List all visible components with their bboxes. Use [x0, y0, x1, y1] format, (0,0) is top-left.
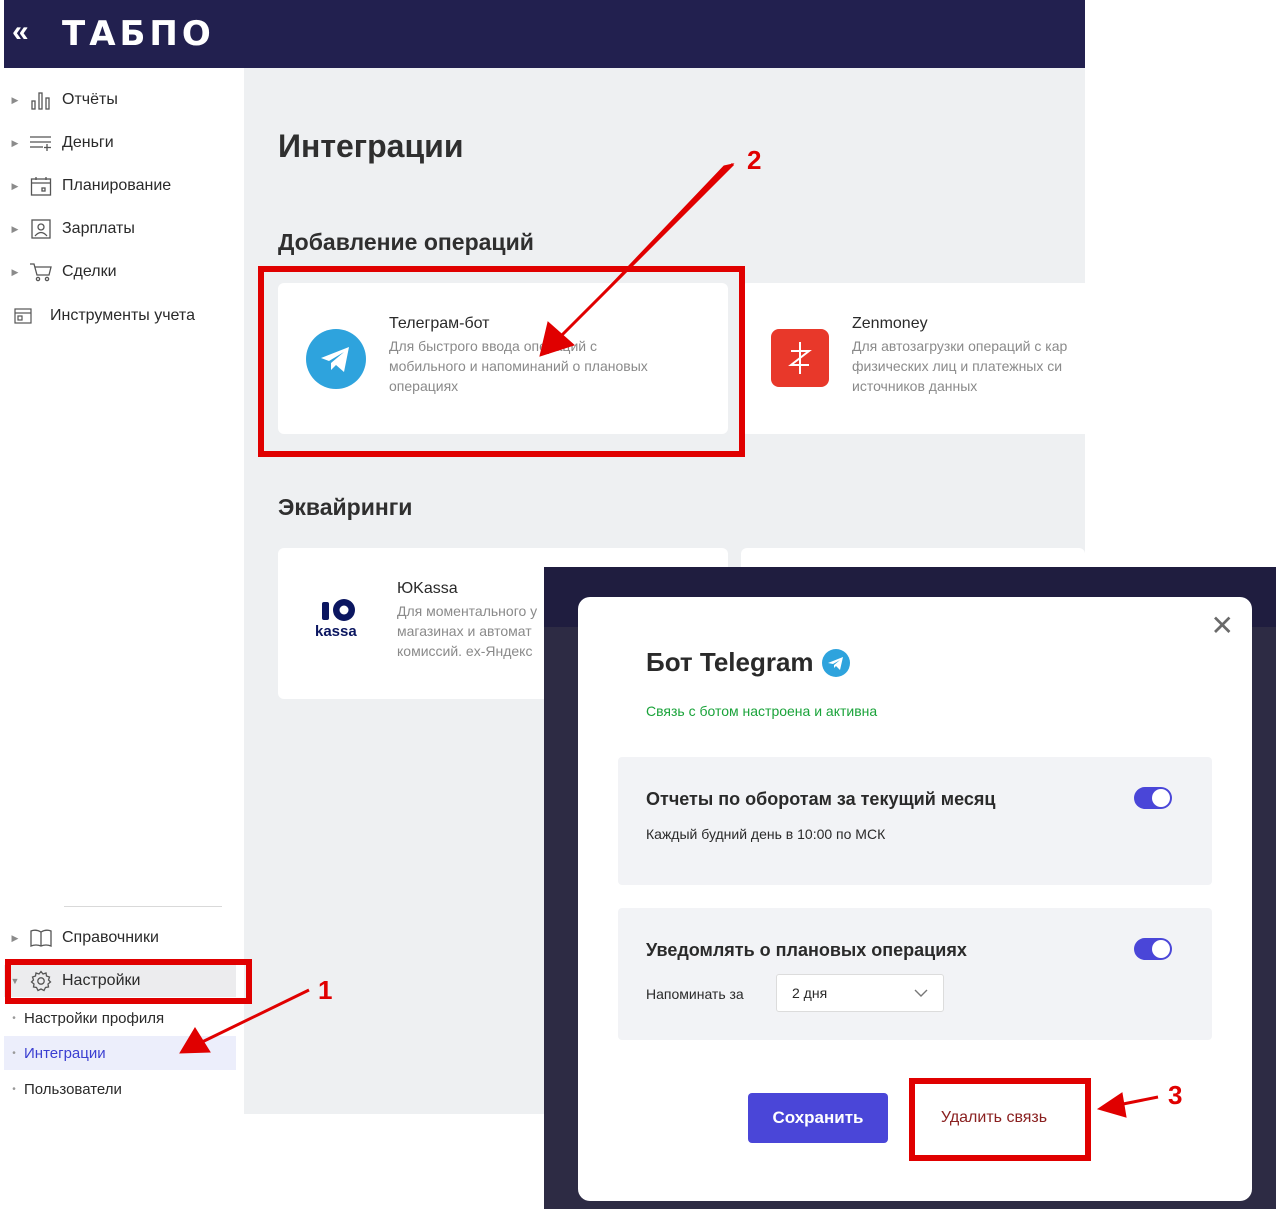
caret-right-icon: ▶ — [11, 137, 19, 148]
remind-period-value: 2 дня — [792, 985, 828, 1001]
yookassa-logo: kassa — [312, 596, 368, 646]
sidebar: ▶ Отчёты ▶ Деньги ▶ Планирование ▶ Зарпл… — [4, 68, 244, 1114]
double-chevron-left-icon[interactable]: « — [12, 14, 29, 50]
save-button[interactable]: Сохранить — [748, 1093, 888, 1143]
section-title-acquiring: Эквайринги — [278, 494, 413, 520]
sidebar-item-label: Зарплаты — [62, 220, 135, 237]
sidebar-item-label: Деньги — [62, 134, 114, 151]
sidebar-item-directories[interactable]: ▶ Справочники — [4, 922, 244, 954]
card-desc-line: источников данных — [852, 378, 978, 394]
cart-icon — [26, 262, 56, 282]
annotation-number-1: 1 — [318, 975, 333, 1005]
caret-right-icon: ▶ — [11, 266, 19, 277]
app-logo[interactable]: ТАБПО — [62, 14, 215, 54]
zenmoney-icon — [771, 329, 829, 387]
bullet-icon: • — [12, 1012, 16, 1024]
caret-right-icon: ▶ — [11, 223, 19, 234]
modal-title-text: Бот Telegram — [646, 647, 814, 677]
setting-title: Уведомлять о плановых операциях — [646, 940, 967, 960]
sidebar-subitem-users[interactable]: • Пользователи — [4, 1072, 236, 1106]
remind-label: Напоминать за — [646, 986, 744, 1002]
annotation-box-telegram-card — [258, 266, 745, 457]
top-header: « ТАБПО — [4, 0, 1085, 68]
annotation-number-2: 2 — [747, 145, 762, 175]
badge-person-icon — [26, 219, 56, 239]
section-title-operations: Добавление операций — [278, 229, 534, 255]
remind-period-select[interactable]: 2 дня — [776, 974, 944, 1012]
bar-chart-icon — [26, 90, 56, 110]
sidebar-item-salaries[interactable]: ▶ Зарплаты — [4, 213, 244, 245]
card-title: Zenmoney — [852, 315, 928, 332]
sidebar-subitem-label: Интеграции — [24, 1044, 106, 1062]
sidebar-item-reports[interactable]: ▶ Отчёты — [4, 84, 244, 116]
setting-title: Отчеты по оборотам за текущий месяц — [646, 789, 996, 809]
sidebar-item-label: Планирование — [62, 177, 172, 194]
setting-planned-notifications: Уведомлять о плановых операциях Напомина… — [618, 908, 1212, 1040]
caret-right-icon: ▶ — [11, 932, 19, 943]
card-desc-line: физических лиц и платежных си — [852, 358, 1063, 374]
sidebar-item-deals[interactable]: ▶ Сделки — [4, 256, 244, 288]
sidebar-item-planning[interactable]: ▶ Планирование — [4, 170, 244, 202]
calendar-icon — [26, 176, 56, 196]
page-title: Интеграции — [278, 128, 464, 164]
sidebar-item-tools[interactable]: Инструменты учета — [4, 300, 244, 332]
sidebar-item-label: Справочники — [62, 929, 159, 946]
bullet-icon: • — [12, 1083, 16, 1095]
book-icon — [26, 928, 56, 948]
sidebar-item-label: Отчёты — [62, 91, 118, 108]
modal-title: Бот Telegram — [646, 647, 850, 678]
sidebar-subitem-label: Пользователи — [24, 1080, 122, 1098]
setting-turnover-reports: Отчеты по оборотам за текущий месяц Кажд… — [618, 757, 1212, 885]
planned-notifications-toggle[interactable] — [1134, 938, 1172, 960]
sidebar-subitem-integrations[interactable]: • Интеграции — [4, 1036, 236, 1070]
chevron-down-icon — [913, 985, 929, 1004]
sidebar-divider — [64, 906, 222, 907]
annotation-box-delete — [909, 1078, 1091, 1161]
list-plus-icon — [26, 134, 56, 152]
telegram-icon — [821, 648, 850, 677]
setting-schedule: Каждый будний день в 10:00 по МСК — [646, 826, 886, 842]
card-desc-line: Для моментального у — [397, 603, 538, 619]
annotation-box-settings — [5, 959, 252, 1004]
integration-card-zenmoney[interactable]: Zenmoney Для автозагрузки операций с кар… — [741, 283, 1085, 434]
card-desc-line: магазинах и автомат — [397, 623, 532, 639]
sidebar-item-money[interactable]: ▶ Деньги — [4, 127, 244, 159]
connection-status: Связь с ботом настроена и активна — [646, 703, 878, 719]
caret-right-icon: ▶ — [11, 94, 19, 105]
card-desc-line: Для автозагрузки операций с кар — [852, 338, 1068, 354]
tools-card-icon — [8, 308, 38, 324]
turnover-reports-toggle[interactable] — [1134, 787, 1172, 809]
sidebar-item-label: Сделки — [62, 263, 117, 280]
sidebar-subitem-profile-settings[interactable]: • Настройки профиля — [4, 1001, 236, 1035]
bullet-icon: • — [12, 1047, 16, 1059]
close-icon[interactable]: ✕ — [1211, 611, 1234, 641]
caret-right-icon: ▶ — [11, 180, 19, 191]
annotation-number-3: 3 — [1168, 1080, 1183, 1110]
card-desc-line: комиссий. ex-Яндекс — [397, 643, 533, 659]
sidebar-subitem-label: Настройки профиля — [24, 1009, 165, 1027]
yookassa-logo-text: kassa — [315, 623, 357, 640]
card-title: ЮKassa — [397, 580, 458, 597]
sidebar-item-label: Инструменты учета — [50, 307, 195, 324]
